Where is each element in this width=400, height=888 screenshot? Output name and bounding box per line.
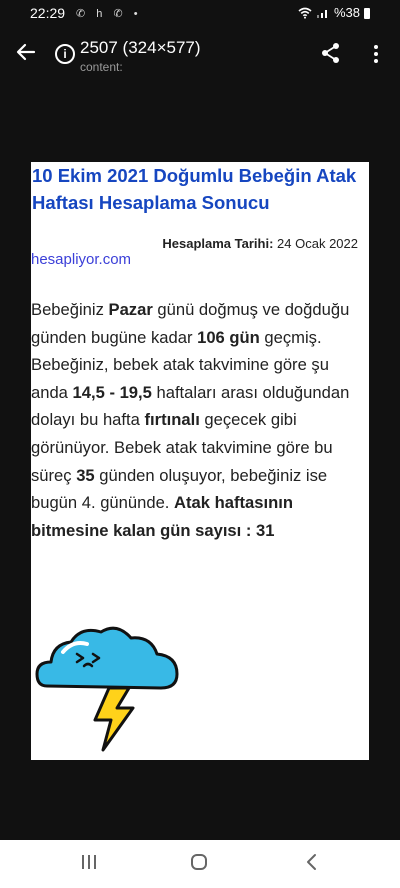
result-heading: 10 Ekim 2021 Doğumlu Bebeğin Atak Haftas… xyxy=(32,165,357,213)
site-name: hesapliyor.com xyxy=(31,251,132,268)
days-passed: 106 gün xyxy=(197,327,260,347)
date-label: Hesaplama Tarihi: xyxy=(162,236,274,251)
date-value: 24 Ocak 2022 xyxy=(277,236,358,251)
status-bar: 22:29 ✆ h ✆ • %38 xyxy=(0,0,400,28)
share-icon[interactable] xyxy=(320,42,342,64)
battery-percent: %38 xyxy=(333,5,360,20)
nav-back-icon[interactable] xyxy=(304,853,318,871)
wifi-icon xyxy=(298,7,312,19)
week-range: 14,5 - 19,5 xyxy=(72,382,152,402)
image-subtitle: content: xyxy=(80,60,123,74)
document-image: 10 Ekim 2021 Doğumlu Bebeğin Atak Haftas… xyxy=(31,162,369,760)
notification-icons: ✆ h ✆ • xyxy=(76,8,142,20)
status-right: %38 xyxy=(298,5,370,20)
more-options-icon[interactable] xyxy=(368,42,384,66)
result-text: Bebeğiniz Pazar günü doğmuş ve doğduğu g… xyxy=(31,296,365,544)
recent-apps-icon[interactable] xyxy=(80,854,98,870)
clock: 22:29 xyxy=(30,5,66,21)
image-title: 2507 (324×577) xyxy=(80,38,201,57)
calculation-date: Hesaplama Tarihi: 24 Ocak 2022 xyxy=(162,236,358,251)
navigation-bar xyxy=(0,840,400,888)
text-part: Bebeğiniz xyxy=(31,300,109,319)
back-arrow-icon[interactable] xyxy=(14,40,38,64)
period-length: 35 xyxy=(76,465,95,485)
app-bar: i 2507 (324×577) content: xyxy=(0,30,400,78)
home-icon[interactable] xyxy=(190,853,208,871)
info-icon[interactable]: i xyxy=(55,44,75,64)
battery-icon xyxy=(364,8,370,19)
birth-day: Pazar xyxy=(108,300,153,319)
week-mood: fırtınalı xyxy=(144,410,200,430)
storm-cloud-lightning-icon xyxy=(35,626,179,752)
signal-icon xyxy=(316,9,327,18)
